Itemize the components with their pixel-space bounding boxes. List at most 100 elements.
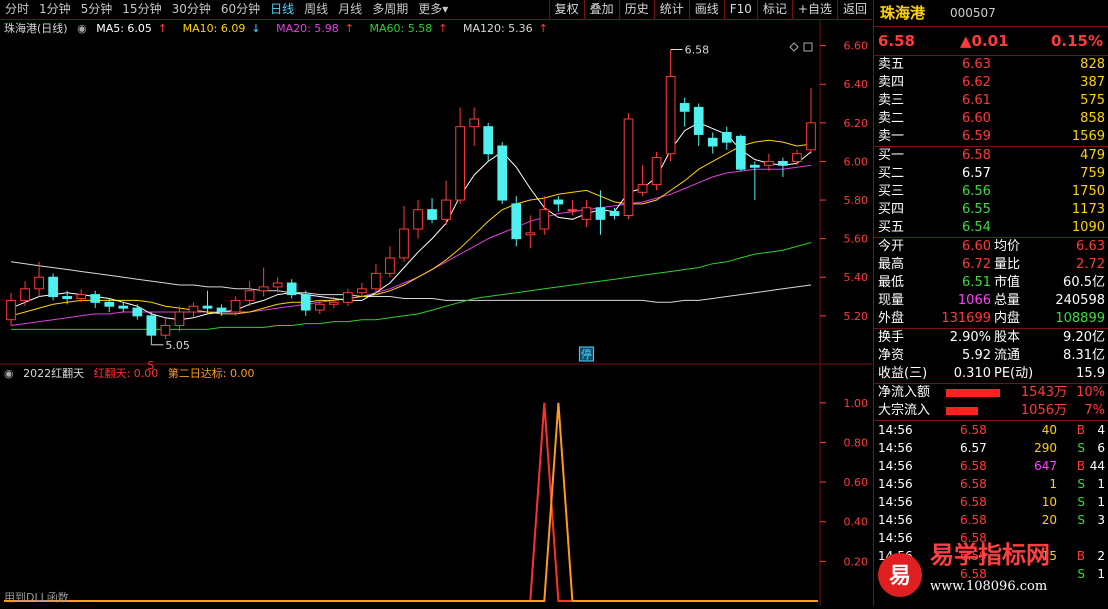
candle-body	[427, 209, 437, 220]
fund-value: 9.20亿	[1063, 330, 1105, 345]
draw-line-button[interactable]: 画线	[688, 0, 724, 19]
watermark: 易 易学指标网 www.108096.com	[872, 525, 1108, 606]
ma20-legend: MA20: 5.98 ↑	[276, 22, 360, 35]
indicator-settings-icon[interactable]: ◉	[4, 367, 14, 380]
ask-price: 6.60	[962, 111, 991, 126]
candle-body	[272, 282, 283, 288]
tab-30min[interactable]: 30分钟	[167, 0, 216, 19]
candle-body	[665, 76, 676, 155]
bid-volume: 1173	[1071, 202, 1105, 217]
candle-body	[300, 294, 311, 311]
fund-value: 5.92	[962, 348, 991, 363]
candle-body	[104, 301, 115, 307]
trade-side: S	[1077, 441, 1085, 455]
trade-row: 14:56 6.57 290 S 6	[874, 439, 1108, 457]
change-percent: 0.15%	[1050, 32, 1103, 50]
price-tick-label: 5.80	[844, 194, 869, 207]
candle-body	[707, 137, 718, 147]
stat-label: 量比	[994, 257, 1021, 272]
chart-annotations: 5.056.58S停	[147, 42, 813, 372]
bid-price: 6.55	[962, 202, 991, 217]
tab-more[interactable]: 更多▾	[413, 0, 453, 19]
trade-row: 14:56 6.58 647 B 44	[874, 457, 1108, 475]
stat-row: 外盘 131699 内盘 108899	[874, 310, 1108, 328]
indicator-tick-label: 1.00	[844, 397, 869, 410]
candle-body	[48, 276, 58, 298]
chevron-down-icon: ▾	[442, 2, 449, 16]
quote-panel: 珠海港 000507 6.58 ▲0.01 0.15% 卖五 6.63 828 卖四 6…	[873, 0, 1108, 606]
stat-label: 外盘	[878, 311, 905, 326]
fundamentals: 换手 2.90% 股本 9.20亿 净资 5.92 流通 8.31亿 收益(三) 0.310 PE(…	[874, 329, 1108, 384]
fund-label: 净资	[878, 348, 905, 363]
bid-book: 买一 6.58 479 买二 6.57 759 买三 6.56 1750 买四 6.55 1173 买五…	[874, 147, 1108, 238]
indicator-s1: 红翻天: 0.00	[93, 367, 159, 380]
stop-badge-text: 停	[581, 347, 592, 361]
ask-label: 卖三	[878, 93, 905, 108]
watermark-title: 易学指标网	[930, 541, 1050, 569]
tab-5min[interactable]: 5分钟	[76, 0, 118, 19]
trade-row: 14:56 6.58 40 B 4	[874, 421, 1108, 439]
low-price-label: 5.05	[165, 339, 190, 352]
fund-row: 收益(三) 0.310 PE(动) 15.9	[874, 365, 1108, 383]
tab-1min[interactable]: 1分钟	[34, 0, 76, 19]
tab-daily[interactable]: 日线	[265, 0, 299, 19]
history-button[interactable]: 历史	[618, 0, 654, 19]
bid-row[interactable]: 买五 6.54 1090	[874, 219, 1108, 237]
ma10-legend: MA10: 6.09 ↓	[183, 22, 267, 35]
ask-volume: 828	[1080, 57, 1105, 72]
bid-row[interactable]: 买二 6.57 759	[874, 165, 1108, 183]
bid-row[interactable]: 买三 6.56 1750	[874, 183, 1108, 201]
ask-price: 6.63	[962, 57, 991, 72]
ask-row[interactable]: 卖三 6.61 575	[874, 92, 1108, 110]
overlay-button[interactable]: 叠加	[583, 0, 619, 19]
ask-row[interactable]: 卖二 6.60 858	[874, 110, 1108, 128]
stat-value: 6.72	[962, 257, 991, 272]
candle-body	[637, 184, 648, 193]
tab-monthly[interactable]: 月线	[333, 0, 367, 19]
back-button[interactable]: 返回	[836, 0, 872, 19]
fund-value: 15.9	[1076, 366, 1105, 381]
f10-button[interactable]: F10	[723, 0, 757, 19]
stat-value: 131699	[941, 311, 991, 326]
ask-row[interactable]: 卖五 6.63 828	[874, 56, 1108, 74]
ma10-legend-text: MA10: 6.09	[182, 22, 246, 35]
trade-volume: 10	[1041, 495, 1057, 509]
tab-60min[interactable]: 60分钟	[216, 0, 265, 19]
bid-label: 买五	[878, 220, 905, 235]
bid-row[interactable]: 买一 6.58 479	[874, 147, 1108, 165]
ask-label: 卖二	[878, 111, 905, 126]
trade-row: 14:56 6.58 1 S 1	[874, 475, 1108, 493]
candle-body	[623, 118, 634, 216]
flow-label: 净流入额	[878, 385, 931, 400]
tab-weekly[interactable]: 周线	[299, 0, 333, 19]
stat-value: 240598	[1055, 293, 1105, 308]
tab-multi-period[interactable]: 多周期	[367, 0, 413, 19]
trade-volume: 40	[1041, 423, 1057, 437]
ma5-legend-text: MA5: 6.05	[96, 22, 152, 35]
price-tick-label: 6.20	[844, 117, 869, 130]
tab-timeshare[interactable]: 分时	[0, 0, 34, 19]
tab-15min[interactable]: 15分钟	[117, 0, 166, 19]
bid-row[interactable]: 买四 6.55 1173	[874, 201, 1108, 219]
flow-value: 1056万	[1020, 403, 1067, 418]
ask-row[interactable]: 卖四 6.62 387	[874, 74, 1108, 92]
adjust-button[interactable]: 复权	[548, 0, 584, 19]
mark-button[interactable]: 标记	[756, 0, 792, 19]
price-tick-label: 6.60	[844, 40, 869, 53]
legend-settings-icon[interactable]: ◉	[77, 22, 87, 35]
ma-legend: 珠海港(日线) ◉ MA5: 6.05 ↑ MA10: 6.09 ↓ MA20: 5…	[4, 21, 560, 37]
candle-body	[679, 103, 690, 112]
bid-label: 买二	[878, 166, 905, 181]
candle-body	[385, 257, 395, 274]
candle-body	[806, 122, 816, 151]
trade-count: 44	[1089, 459, 1105, 473]
flow-row: 净流入额 1543万 10%	[874, 384, 1108, 402]
ma5-legend: MA5: 6.05 ↑	[96, 22, 173, 35]
candle-body	[188, 305, 199, 313]
add-watchlist-button[interactable]: +自选	[791, 0, 837, 19]
ask-row[interactable]: 卖一 6.59 1569	[874, 128, 1108, 146]
bid-label: 买一	[878, 148, 905, 163]
kline-chart[interactable]: 6.60 6.40 6.20 6.00 5.80 5.60 5.40 5.20 1.00 0.8…	[0, 19, 872, 606]
statistics-button[interactable]: 统计	[653, 0, 689, 19]
ask-volume: 387	[1080, 75, 1105, 90]
